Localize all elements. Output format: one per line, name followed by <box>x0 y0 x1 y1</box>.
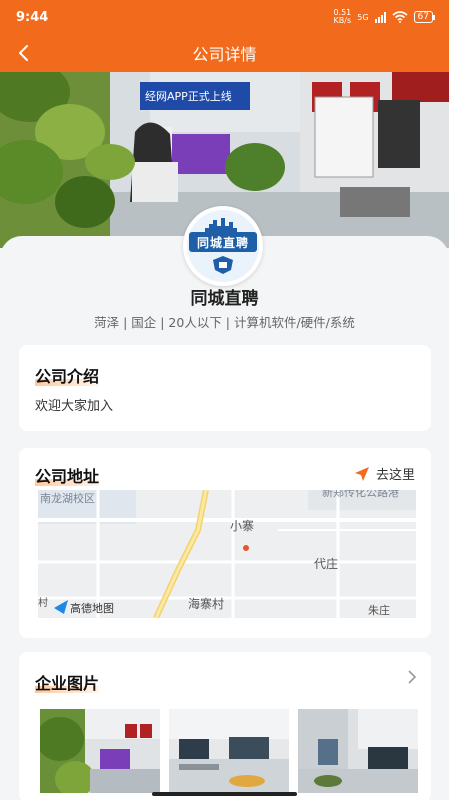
shield-icon <box>213 256 233 274</box>
photos-title: 企业图片 <box>35 674 100 693</box>
map-label: 村 <box>38 596 48 609</box>
signal-icon <box>374 11 386 23</box>
net-speed: 0.51 KB/s <box>333 8 352 25</box>
wifi-icon <box>392 11 408 23</box>
company-name: 同城直聘 <box>190 289 259 309</box>
intro-text: 欢迎大家加入 <box>35 399 114 414</box>
page-title: 公司详情 <box>192 45 257 64</box>
address-title: 公司地址 <box>35 467 100 486</box>
status-time: 9:44 <box>16 9 49 25</box>
company-photos-card: 企业图片 <box>19 652 431 800</box>
battery-icon: 67 <box>413 11 436 23</box>
company-meta: 菏泽 | 国企 | 20人以下 | 计算机软件/硬件/系统 <box>94 315 355 330</box>
map-label: 新郑传化公路港 <box>322 490 399 499</box>
map-label: 朱庄 <box>368 603 390 617</box>
location-map[interactable]: 南龙湖校区 新郑传化公路港 小寨 代庄 海寨村 朱庄 村 高德地图 <box>38 490 416 618</box>
chevron-left-icon <box>19 45 28 61</box>
navigate-button[interactable]: 去这里 <box>354 464 415 483</box>
chevron-right-icon[interactable] <box>407 670 417 684</box>
company-photo[interactable] <box>169 709 289 793</box>
back-button[interactable] <box>10 40 36 66</box>
map-label: 代庄 <box>314 556 338 571</box>
photo-gallery <box>40 709 418 793</box>
company-intro-card: 公司介绍 欢迎大家加入 <box>19 345 431 431</box>
map-brand: 高德地图 <box>70 601 114 615</box>
logo-badge: 同城直聘 <box>187 210 259 282</box>
status-bar: 9:44 0.51 KB/s 5G 67 <box>0 0 449 34</box>
company-address-card: 公司地址 去这里 南龙湖校区 新郑传化公路港 小寨 代庄 海寨村 朱庄 村 高德… <box>19 448 431 638</box>
network-type: 5G <box>357 12 369 22</box>
hero-banner-text: 经网APP正式上线 <box>145 89 232 103</box>
nav-bar: 公司详情 <box>0 34 449 72</box>
status-icons: 0.51 KB/s 5G 67 <box>333 8 436 25</box>
map-label: 南龙湖校区 <box>40 491 95 505</box>
intro-title: 公司介绍 <box>35 367 100 386</box>
navigation-arrow-icon <box>354 466 369 481</box>
home-indicator <box>152 792 297 796</box>
logo-text: 同城直聘 <box>189 232 257 252</box>
company-photo[interactable] <box>298 709 418 793</box>
map-label: 海寨村 <box>188 596 224 611</box>
company-logo: 同城直聘 <box>183 206 263 286</box>
company-photo[interactable] <box>40 709 160 793</box>
map-label: 小寨 <box>230 518 254 533</box>
